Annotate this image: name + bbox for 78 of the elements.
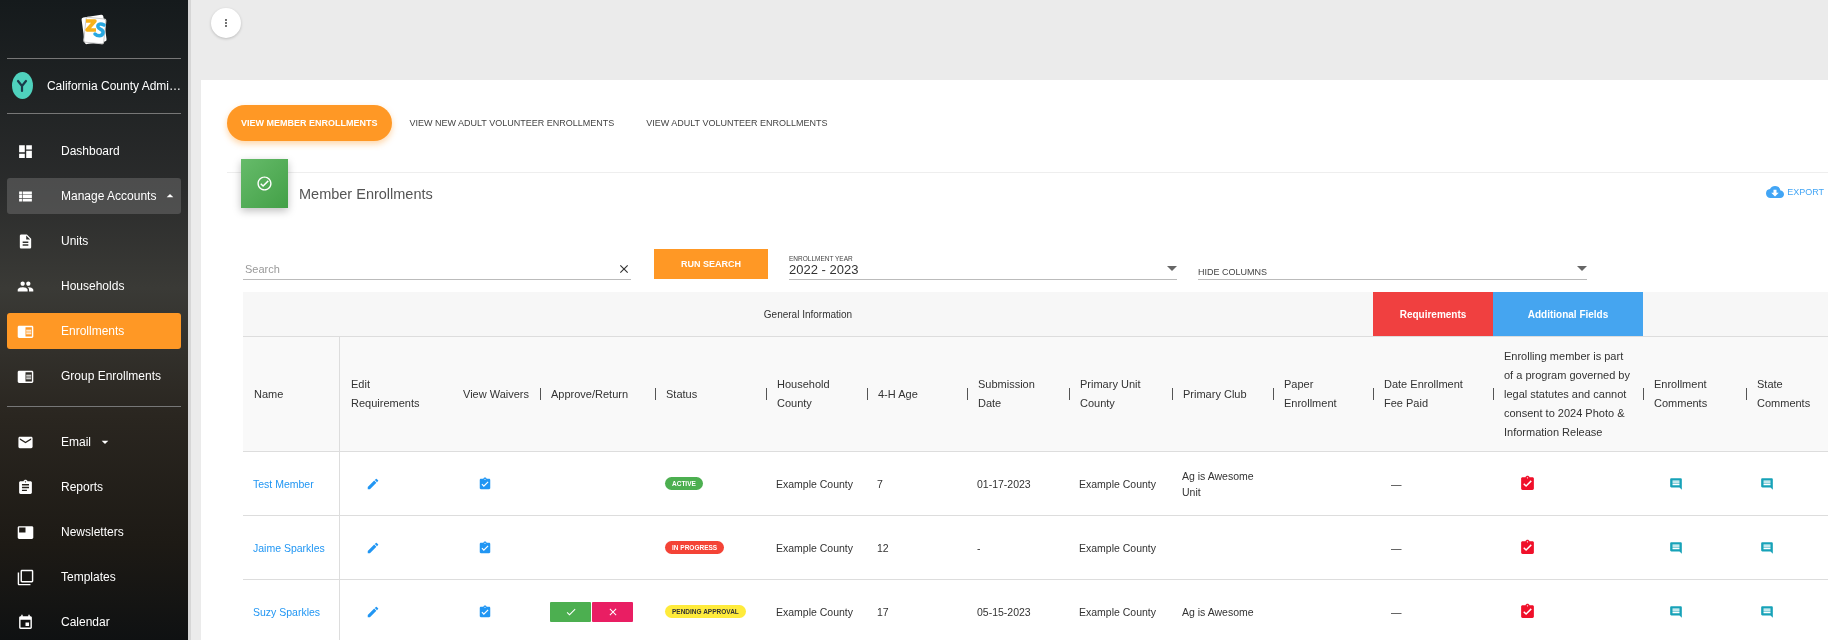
tab[interactable]: VIEW ADULT VOLUNTEER ENROLLMENTS: [632, 105, 842, 141]
hide-columns-select[interactable]: HIDE COLUMNS: [1198, 250, 1587, 280]
comment-icon[interactable]: [1760, 476, 1774, 491]
sidebar-item[interactable]: Households: [7, 268, 181, 304]
sidebar-item-icon: [17, 613, 34, 631]
search-field[interactable]: Search: [243, 261, 617, 276]
sidebar-item[interactable]: Group Enrollments: [7, 358, 181, 394]
table-cell-text: Example County: [776, 604, 854, 620]
column-header: Edit Requirements: [350, 377, 421, 411]
table-cell-text: 17: [877, 604, 889, 620]
edit-icon[interactable]: [366, 540, 380, 555]
column-header: Household County: [776, 377, 831, 411]
clipboard-check-icon[interactable]: [478, 604, 492, 619]
clipboard-check-icon: [1519, 539, 1536, 556]
table-cell-text: 7: [877, 476, 883, 492]
clipboard-check-icon[interactable]: [478, 476, 492, 491]
column-header: Enrollment Comments: [1653, 377, 1709, 411]
column-header: Primary Club: [1182, 386, 1248, 402]
sidebar-item-icon: [17, 232, 34, 250]
column-header: Enrolling member is part of a program governed by legal statutes and cannot consent to 2024 Photo & Information Release: [1503, 348, 1631, 440]
column-group-header: Requirements: [1373, 292, 1493, 337]
sidebar-item-icon: [17, 142, 34, 160]
table-cell-text: Example County: [776, 540, 854, 556]
column-header: 4-H Age: [877, 386, 919, 402]
dropdown-icon: [1577, 266, 1587, 271]
table-cell-text: Example County: [1079, 540, 1157, 556]
column-header: Status: [665, 386, 699, 402]
column-header: Date Enrollment Fee Paid: [1383, 377, 1464, 411]
sidebar-item[interactable]: Email: [7, 424, 181, 460]
column-header: Paper Enrollment: [1283, 377, 1338, 411]
table-cell-text: 05-15-2023: [977, 604, 1031, 620]
table-cell-text: Example County: [1079, 604, 1157, 620]
table-cell-text: —: [1391, 476, 1402, 492]
comment-icon[interactable]: [1760, 540, 1774, 555]
column-header: View Waivers: [462, 386, 531, 402]
table-cell-text: Ag is Awesome: [1182, 604, 1254, 620]
sidebar-item[interactable]: Templates: [7, 559, 181, 595]
user-icon: [15, 78, 30, 93]
table-cell-text: 12: [877, 540, 889, 556]
edit-icon[interactable]: [366, 604, 380, 619]
comment-icon[interactable]: [1669, 604, 1683, 619]
comment-icon[interactable]: [1669, 540, 1683, 555]
table-cell-text: Ag is Awesome Unit: [1182, 468, 1255, 500]
table-cell-text: Example County: [776, 476, 854, 492]
column-group-header: General Information: [243, 292, 1373, 337]
column-header: Primary Unit County: [1079, 377, 1142, 411]
table-cell-text: —: [1391, 604, 1402, 620]
table-cell-text: 01-17-2023: [977, 476, 1031, 492]
sidebar-item[interactable]: Units: [7, 223, 181, 259]
table-cell-text: -: [977, 540, 981, 556]
return-button[interactable]: [592, 601, 633, 622]
column-group-header: Additional Fields: [1493, 292, 1643, 337]
sidebar-item[interactable]: Reports: [7, 469, 181, 505]
comment-icon[interactable]: [1760, 604, 1774, 619]
sidebar-item[interactable]: Newsletters: [7, 514, 181, 550]
comment-icon[interactable]: [1669, 476, 1683, 491]
approve-button[interactable]: [550, 601, 591, 622]
panel-title: Member Enrollments: [299, 186, 433, 202]
sidebar-item[interactable]: Calendar: [7, 604, 181, 640]
sidebar-item[interactable]: Dashboard: [7, 133, 181, 169]
edit-icon[interactable]: [366, 476, 380, 491]
sidebar-item-icon: [17, 568, 34, 586]
sidebar-item-icon: [17, 523, 34, 541]
clipboard-check-icon: [1519, 603, 1536, 620]
user-name[interactable]: California County Admi…: [46, 78, 181, 93]
sidebar-item[interactable]: Manage Accounts: [7, 178, 181, 214]
table-cell-text: —: [1391, 540, 1402, 556]
column-header: State Comments: [1756, 377, 1812, 411]
sidebar-item-icon: [17, 478, 34, 496]
tab[interactable]: VIEW NEW ADULT VOLUNTEER ENROLLMENTS: [395, 105, 629, 141]
clipboard-check-icon: [1519, 475, 1536, 492]
column-header: Approve/Return: [550, 386, 630, 402]
column-header: Name: [253, 386, 285, 402]
clipboard-check-icon[interactable]: [478, 540, 492, 555]
column-header: Submission Date: [977, 377, 1036, 411]
dropdown-icon: [1167, 266, 1177, 271]
table-cell-text: Example County: [1079, 476, 1157, 492]
cloud-download-icon: [1766, 183, 1785, 201]
